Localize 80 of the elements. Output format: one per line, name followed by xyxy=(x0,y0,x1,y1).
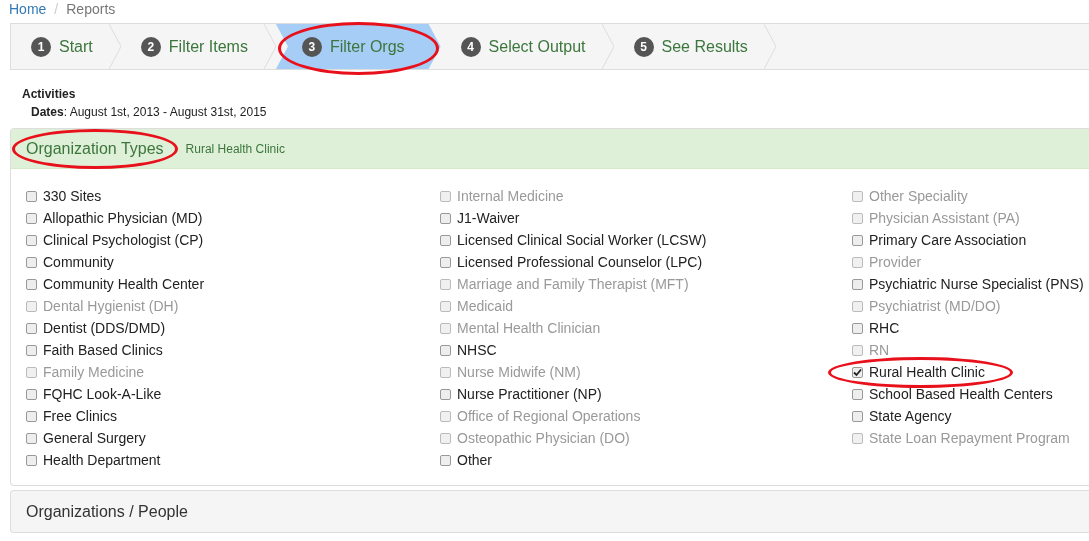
checkbox-label: Health Department xyxy=(43,450,161,470)
checkbox-label: Rural Health Clinic xyxy=(869,362,985,382)
wizard-step[interactable]: 1 Start xyxy=(11,24,121,69)
checkbox[interactable] xyxy=(440,454,451,466)
wizard-step[interactable]: 4 Select Output xyxy=(440,24,614,69)
checkbox-label: Physician Assistant (PA) xyxy=(869,208,1020,228)
checkbox-label: Nurse Midwife (NM) xyxy=(457,362,581,382)
wizard-step[interactable]: 5 See Results xyxy=(613,24,776,69)
breadcrumb-link[interactable]: Home xyxy=(9,1,47,16)
selection-summary: Rural Health Clinic xyxy=(185,140,285,158)
step-number: 3 xyxy=(301,36,322,57)
checkbox[interactable] xyxy=(26,212,37,224)
checkbox[interactable] xyxy=(852,366,863,378)
checkbox[interactable] xyxy=(26,190,37,202)
checkbox[interactable] xyxy=(26,410,37,422)
checkbox[interactable] xyxy=(26,256,37,268)
checkbox-label: Office of Regional Operations xyxy=(457,406,641,426)
breadcrumb-separator: / xyxy=(54,1,59,16)
checkbox[interactable] xyxy=(852,410,863,422)
breadcrumb-current: Reports xyxy=(66,1,116,16)
checkbox-label: State Loan Repayment Program xyxy=(869,428,1070,448)
checkbox-label: Dental Hygienist (DH) xyxy=(43,296,179,316)
checkbox-label: Licensed Professional Counselor (LPC) xyxy=(457,252,703,272)
checkbox[interactable] xyxy=(440,388,451,400)
checkbox[interactable] xyxy=(26,454,37,466)
checkbox-label: Other Speciality xyxy=(869,186,968,206)
checkbox[interactable] xyxy=(852,278,863,290)
checkbox[interactable] xyxy=(440,234,451,246)
checkbox[interactable] xyxy=(26,322,37,334)
checkbox[interactable] xyxy=(26,234,37,246)
checkbox-label: Faith Based Clinics xyxy=(43,340,163,360)
checkbox[interactable] xyxy=(26,278,37,290)
checkbox[interactable] xyxy=(440,256,451,268)
checkbox-label: NHSC xyxy=(457,340,497,360)
wizard-step[interactable]: 2 Filter Items xyxy=(120,24,276,69)
checkbox-label: Community xyxy=(43,252,114,272)
checkbox-label: Primary Care Association xyxy=(869,230,1027,250)
checkbox-label: General Surgery xyxy=(43,428,146,448)
checkbox-label: Psychiatric Nurse Specialist (PNS) xyxy=(869,274,1084,294)
checkbox[interactable] xyxy=(852,234,863,246)
panel-title[interactable]: Organization Types xyxy=(26,139,164,157)
checkbox-label: FQHC Look-A-Like xyxy=(43,384,162,404)
wizard-step[interactable]: 3 Filter Orgs xyxy=(275,24,441,69)
checkbox[interactable] xyxy=(852,388,863,400)
checkbox-label: 330 Sites xyxy=(43,186,102,206)
step-number: 1 xyxy=(31,36,51,57)
checkbox-label: Osteopathic Physician (DO) xyxy=(457,428,630,448)
checkbox-label: State Agency xyxy=(869,406,952,426)
step-number: 2 xyxy=(140,36,161,57)
checkbox-label: Clinical Psychologist (CP) xyxy=(43,230,204,250)
dates-text: Dates: August 1st, 2013 - August 31st, 2015 xyxy=(31,105,267,119)
checkbox-label: Marriage and Family Therapist (MFT) xyxy=(457,274,689,294)
checkbox[interactable] xyxy=(852,322,863,334)
checkbox-label: Family Medicine xyxy=(43,362,145,382)
panel-title[interactable]: Organizations / People xyxy=(26,499,188,524)
step-number: 5 xyxy=(633,36,654,57)
checkbox-label: Other xyxy=(457,450,492,470)
checkbox-label: Allopathic Physician (MD) xyxy=(43,208,203,228)
checkbox-label: RN xyxy=(869,340,890,360)
checkbox[interactable] xyxy=(440,344,451,356)
checkbox-label: J1-Waiver xyxy=(457,208,520,228)
checkbox[interactable] xyxy=(26,344,37,356)
checkbox-label: Provider xyxy=(869,252,922,272)
summary-title: Activities xyxy=(22,86,77,103)
checkbox-label: Medicaid xyxy=(457,296,514,316)
checkbox-label: Nurse Practitioner (NP) xyxy=(457,384,602,404)
checkbox[interactable] xyxy=(26,388,37,400)
checkbox-label: Internal Medicine xyxy=(457,186,564,206)
checkbox-label: Mental Health Clinician xyxy=(457,318,601,338)
checkmark-icon xyxy=(853,367,862,377)
checkbox-label: Free Clinics xyxy=(43,406,117,426)
checkbox-label: Community Health Center xyxy=(43,274,205,294)
checkbox-label: RHC xyxy=(869,318,900,338)
checkbox-label: Dentist (DDS/DMD) xyxy=(43,318,166,338)
checkbox-label: Licensed Clinical Social Worker (LCSW) xyxy=(457,230,707,250)
checkbox[interactable] xyxy=(440,212,451,224)
step-number: 4 xyxy=(460,36,481,57)
checkbox[interactable] xyxy=(26,432,37,444)
checkbox-label: School Based Health Centers xyxy=(869,384,1053,404)
checkbox-label: Psychiatrist (MD/DO) xyxy=(869,296,1001,316)
